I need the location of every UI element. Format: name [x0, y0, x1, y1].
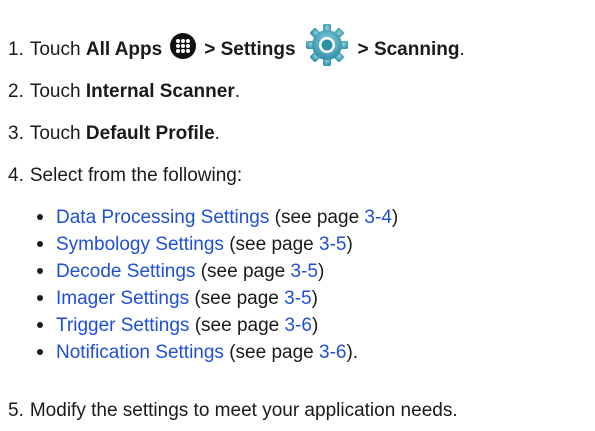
- step-number: 1.: [8, 39, 24, 60]
- all-apps-label: All Apps: [85, 39, 163, 60]
- settings-gear-icon: [304, 22, 350, 68]
- step-2: 2. Touch Internal Scanner.: [8, 80, 240, 104]
- step-text: Touch: [29, 81, 81, 102]
- internal-scanner-label: Internal Scanner: [85, 81, 235, 102]
- imager-settings-link[interactable]: Imager Settings: [56, 288, 189, 309]
- page-ref-text: ): [317, 261, 325, 282]
- page-ref-text: (see page: [195, 261, 291, 282]
- list-item: Trigger Settings (see page 3-6): [37, 312, 398, 339]
- list-item: Decode Settings (see page 3-5): [37, 258, 398, 285]
- bullet: [37, 268, 43, 274]
- page-ref-text: ): [391, 207, 399, 228]
- notification-settings-link[interactable]: Notification Settings: [56, 342, 224, 363]
- page-link[interactable]: 3-4: [364, 207, 391, 228]
- step-end: .: [214, 123, 220, 144]
- bullet: [37, 214, 43, 220]
- step-text: Modify the settings to meet your applica…: [29, 400, 458, 421]
- step-1: 1. Touch All Apps > Settings > Scanning …: [8, 24, 465, 73]
- bullet: [37, 349, 43, 355]
- page-link[interactable]: 3-5: [284, 288, 311, 309]
- page-ref-text: (see page: [269, 207, 365, 228]
- page-link[interactable]: 3-6: [285, 315, 312, 336]
- page-ref-text: (see page: [189, 288, 285, 309]
- page-ref-text: (see page: [223, 234, 319, 255]
- bullet: [37, 241, 43, 247]
- symbology-settings-link[interactable]: Symbology Settings: [56, 234, 224, 255]
- list-item: Data Processing Settings (see page 3-4): [37, 204, 398, 231]
- page-link[interactable]: 3-5: [291, 261, 318, 282]
- settings-label: Settings: [220, 39, 296, 60]
- scanning-label: Scanning: [373, 39, 460, 60]
- page-ref-text: ): [311, 315, 319, 336]
- list-item: Symbology Settings (see page 3-5): [37, 231, 398, 258]
- list-item: Notification Settings (see page 3-6).: [37, 339, 398, 366]
- step-text: Touch: [29, 123, 81, 144]
- page-link[interactable]: 3-5: [319, 234, 346, 255]
- step-end: .: [234, 81, 241, 102]
- step-4: 4. Select from the following:: [8, 164, 242, 188]
- trigger-settings-link[interactable]: Trigger Settings: [56, 315, 189, 336]
- step-number: 2.: [8, 81, 24, 102]
- separator: >: [204, 39, 216, 60]
- default-profile-label: Default Profile: [85, 123, 215, 144]
- data-processing-settings-link[interactable]: Data Processing Settings: [56, 207, 269, 228]
- bullet: [37, 322, 43, 328]
- step-end: .: [459, 39, 465, 60]
- step-number: 5.: [8, 400, 24, 421]
- step-number: 4.: [8, 165, 24, 186]
- page-ref-text: ): [311, 288, 318, 309]
- page-ref-text: (see page: [223, 342, 319, 363]
- apps-icon: [170, 33, 197, 59]
- settings-option-list: Data Processing Settings (see page 3-4) …: [37, 204, 398, 366]
- page-link[interactable]: 3-6: [319, 342, 346, 363]
- step-text: Select from the following:: [29, 165, 243, 186]
- step-5: 5. Modify the settings to meet your appl…: [8, 399, 458, 423]
- list-item: Imager Settings (see page 3-5): [37, 285, 398, 312]
- separator: >: [357, 39, 369, 60]
- step-3: 3. Touch Default Profile.: [8, 122, 220, 146]
- page-ref-text: ).: [346, 342, 359, 363]
- step-text: Touch: [29, 39, 81, 60]
- page-ref-text: ): [346, 234, 353, 255]
- bullet: [37, 295, 43, 301]
- page-ref-text: (see page: [189, 315, 285, 336]
- step-number: 3.: [8, 123, 24, 144]
- decode-settings-link[interactable]: Decode Settings: [56, 261, 195, 282]
